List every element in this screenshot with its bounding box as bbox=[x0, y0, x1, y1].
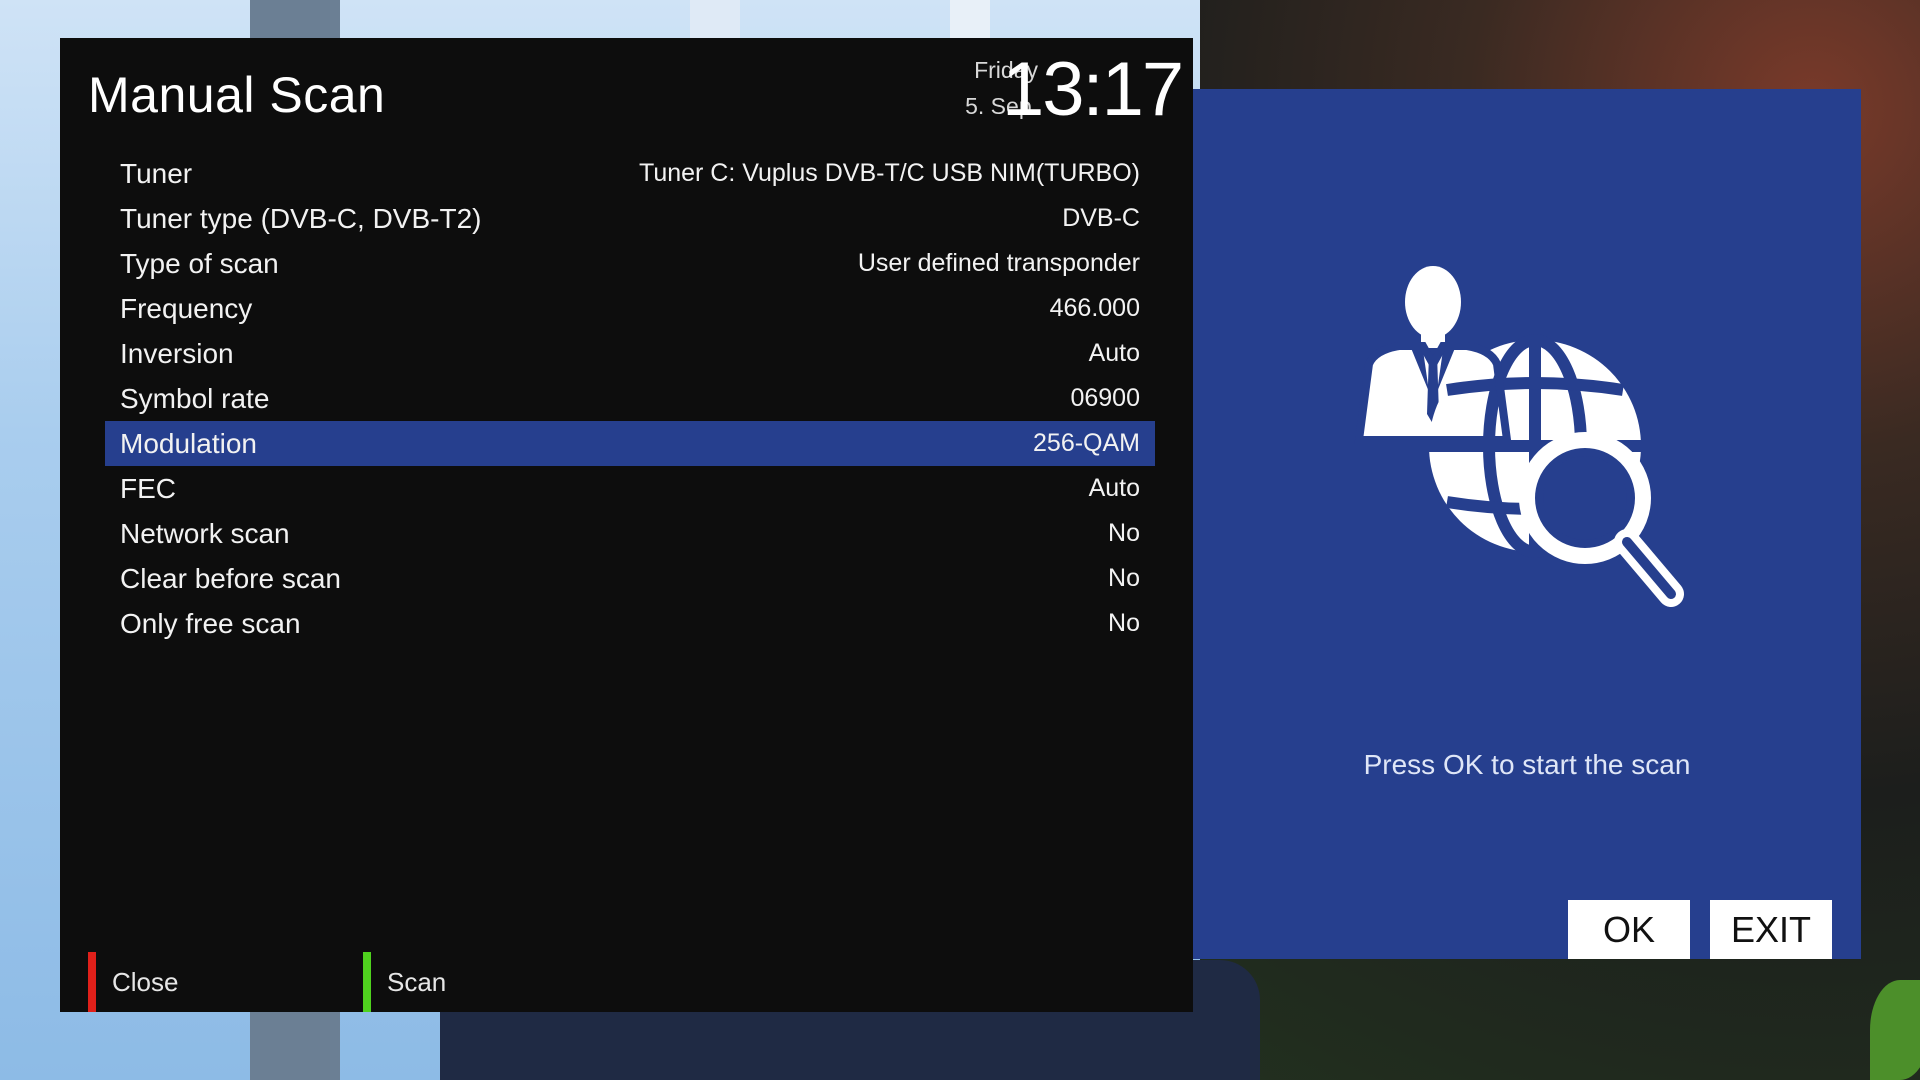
setting-row[interactable]: Type of scan User defined transponder bbox=[105, 241, 1155, 286]
setting-label: Tuner bbox=[120, 157, 193, 189]
color-key-bar: Close Scan bbox=[60, 952, 1193, 1012]
red-key-indicator bbox=[88, 952, 96, 1012]
setting-row[interactable]: Tuner type (DVB-C, DVB-T2) DVB-C bbox=[105, 196, 1155, 241]
setting-label: Tuner type (DVB-C, DVB-T2) bbox=[120, 202, 482, 234]
setting-value: No bbox=[1108, 519, 1140, 547]
setting-value: 466.000 bbox=[1049, 294, 1140, 322]
setting-value: 256-QAM bbox=[1033, 429, 1140, 457]
scan-prompt: Press OK to start the scan bbox=[1363, 749, 1691, 780]
close-key-button[interactable]: Close bbox=[88, 952, 178, 1012]
setting-label: Frequency bbox=[120, 292, 253, 324]
setting-label: Type of scan bbox=[120, 247, 279, 279]
setting-label: Only free scan bbox=[120, 607, 301, 639]
setting-value: No bbox=[1108, 564, 1140, 592]
setting-row[interactable]: FEC Auto bbox=[105, 466, 1155, 511]
manual-scan-panel: Manual Scan Friday 5. Sep. 13:17 Tuner Tu… bbox=[60, 38, 1193, 1012]
setting-label: FEC bbox=[120, 472, 176, 504]
setting-row[interactable]: Modulation 256-QAM bbox=[105, 421, 1155, 466]
background-leaf bbox=[1870, 980, 1920, 1080]
setting-row[interactable]: Frequency 466.000 bbox=[105, 286, 1155, 331]
ok-button[interactable]: OK bbox=[1568, 900, 1690, 959]
exit-button[interactable]: EXIT bbox=[1710, 900, 1832, 959]
setting-value: DVB-C bbox=[1062, 204, 1140, 232]
setting-row[interactable]: Only free scan No bbox=[105, 601, 1155, 646]
info-panel: Press OK to start the scan OK EXIT bbox=[1193, 89, 1861, 959]
setting-value: 06900 bbox=[1070, 384, 1140, 412]
setting-row[interactable]: Clear before scan No bbox=[105, 556, 1155, 601]
setting-row[interactable]: Tuner Tuner C: Vuplus DVB-T/C USB NIM(TUR… bbox=[105, 151, 1155, 196]
setting-value: Auto bbox=[1088, 474, 1140, 502]
scan-key-button[interactable]: Scan bbox=[363, 952, 446, 1012]
setting-value: Auto bbox=[1088, 339, 1140, 367]
settings-list: Tuner Tuner C: Vuplus DVB-T/C USB NIM(TUR… bbox=[105, 151, 1155, 646]
setting-label: Clear before scan bbox=[120, 562, 342, 594]
setting-row[interactable]: Inversion Auto bbox=[105, 331, 1155, 376]
setting-label: Symbol rate bbox=[120, 382, 270, 414]
close-key-label: Close bbox=[112, 966, 179, 997]
setting-label: Modulation bbox=[120, 427, 257, 459]
setting-value: User defined transponder bbox=[857, 249, 1140, 277]
green-key-indicator bbox=[363, 952, 371, 1012]
page-title: Manual Scan bbox=[88, 67, 386, 123]
scan-key-label: Scan bbox=[387, 966, 447, 997]
clock-time: 13:17 bbox=[1002, 47, 1184, 132]
setting-row[interactable]: Network scan No bbox=[105, 511, 1155, 556]
setting-row[interactable]: Symbol rate 06900 bbox=[105, 376, 1155, 421]
setting-value: No bbox=[1108, 609, 1140, 637]
user-globe-search-icon bbox=[1354, 266, 1684, 607]
setting-label: Inversion bbox=[120, 337, 234, 369]
setting-value: Tuner C: Vuplus DVB-T/C USB NIM(TURBO) bbox=[638, 159, 1140, 187]
setting-label: Network scan bbox=[120, 517, 290, 549]
